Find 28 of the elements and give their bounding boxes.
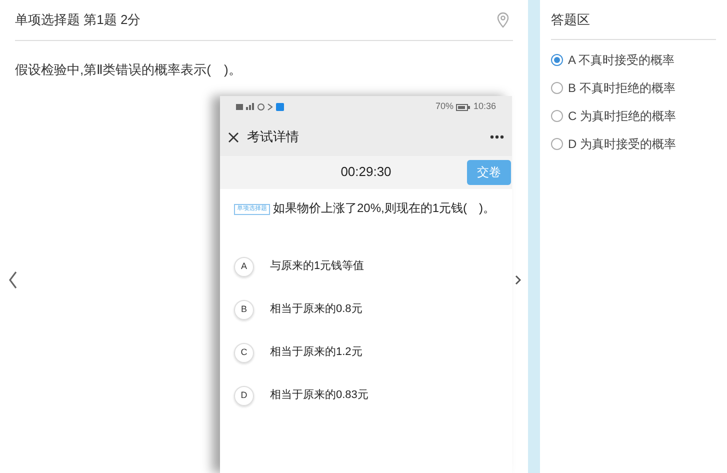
- option-label[interactable]: C 为真时拒绝的概率: [568, 107, 676, 125]
- radio-button[interactable]: [551, 138, 563, 150]
- option-label[interactable]: A 不真时接受的概率: [568, 51, 675, 69]
- option-text: 相当于原来的0.8元: [270, 302, 362, 318]
- location-pin-icon[interactable]: [497, 12, 509, 28]
- option-label[interactable]: D 为真时接受的概率: [568, 135, 676, 153]
- radio-button[interactable]: [551, 110, 563, 122]
- phone-title: 考试详情: [247, 128, 299, 146]
- countdown-timer: 00:29:30: [340, 163, 392, 182]
- radio-button[interactable]: [551, 82, 563, 94]
- option-letter[interactable]: D: [234, 386, 254, 406]
- close-icon[interactable]: [228, 132, 239, 142]
- question-header: 单项选择题 第1题 2分: [15, 11, 141, 30]
- question-text: 假设检验中,第Ⅱ类错误的概率表示( )。: [15, 61, 242, 79]
- more-icon[interactable]: [490, 135, 504, 139]
- clock-time: 10:36: [473, 100, 496, 114]
- phone-question-text: 如果物价上涨了20%,则现在的1元钱( )。: [273, 200, 496, 214]
- radio-button[interactable]: [551, 54, 563, 66]
- option-text: 相当于原来的0.83元: [270, 388, 368, 404]
- option-letter[interactable]: C: [234, 342, 254, 362]
- option-letter[interactable]: A: [234, 256, 254, 276]
- answer-area-title: 答题区: [551, 10, 590, 29]
- option-label[interactable]: B 不真时拒绝的概率: [568, 79, 676, 97]
- battery-icon: [456, 104, 470, 110]
- option-letter[interactable]: B: [234, 300, 254, 320]
- option-text: 与原来的1元钱等值: [270, 259, 364, 274]
- battery-level: 70%: [435, 100, 454, 114]
- option-text: 相当于原来的1.2元: [270, 345, 362, 360]
